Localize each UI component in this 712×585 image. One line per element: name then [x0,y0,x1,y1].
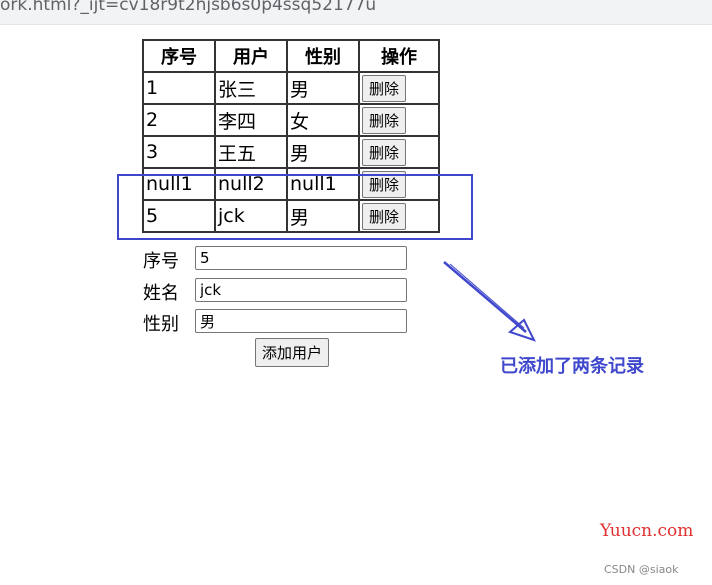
browser-address-bar[interactable]: ork.html?_ijt=cv18r9t2hjsb6s0p4ssq52177u [0,0,712,25]
cell-action: 删除 [358,71,440,105]
arrow-icon [443,261,536,342]
id-input[interactable] [195,246,407,270]
cell-gender: 男 [286,71,360,105]
column-header-user: 用户 [214,39,288,73]
column-header-gender: 性别 [286,39,360,73]
site-watermark: Yuucn.com [600,521,694,541]
delete-button[interactable]: 删除 [362,106,407,134]
name-input[interactable] [195,278,407,302]
url-text: ork.html?_ijt=cv18r9t2hjsb6s0p4ssq52177u [0,0,377,15]
table-header-row: 序号 用户 性别 操作 [142,39,440,73]
name-label: 姓名 [143,283,179,304]
cell-gender: 女 [286,103,360,137]
id-label: 序号 [143,251,179,272]
table-row: 3 王五 男 删除 [142,135,440,169]
cell-user: 张三 [214,71,288,105]
gender-label: 性别 [143,314,179,335]
credit-watermark: CSDN @siaok [604,563,679,576]
table-row: 1 张三 男 删除 [142,71,440,105]
delete-button[interactable]: 删除 [362,74,407,102]
cell-action: 删除 [358,135,440,169]
cell-action: 删除 [358,103,440,137]
annotation-text: 已添加了两条记录 [500,356,644,377]
new-rows-highlight-box [117,174,473,240]
gender-input[interactable] [195,309,407,333]
add-user-button[interactable]: 添加用户 [255,338,330,367]
column-header-id: 序号 [142,39,216,73]
cell-id: 2 [142,103,216,137]
cell-id: 1 [142,71,216,105]
table-row: 2 李四 女 删除 [142,103,440,137]
cell-gender: 男 [286,135,360,169]
cell-id: 3 [142,135,216,169]
column-header-action: 操作 [358,39,440,73]
cell-user: 李四 [214,103,288,137]
cell-user: 王五 [214,135,288,169]
delete-button[interactable]: 删除 [362,138,407,166]
